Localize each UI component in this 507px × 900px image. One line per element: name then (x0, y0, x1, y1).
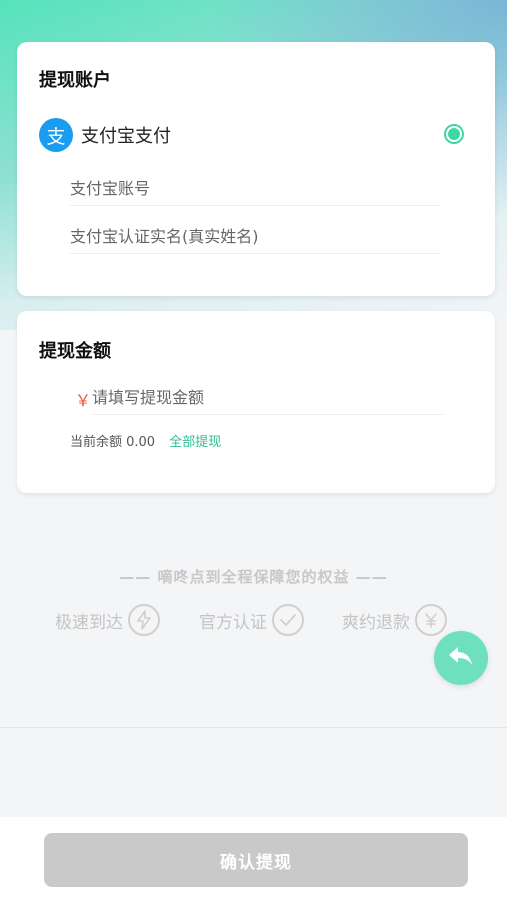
alipay-account-input[interactable] (70, 170, 440, 206)
withdraw-amount-card: 提现金额 ￥ 当前余额 0.00 全部提现 (17, 311, 495, 493)
back-arrow-icon (447, 644, 475, 672)
withdraw-all-link[interactable]: 全部提现 (169, 435, 221, 450)
check-circle-icon (272, 604, 304, 636)
feature-official-certified: 官方认证 (199, 604, 304, 636)
alipay-option-label: 支付宝支付 (81, 126, 171, 147)
yen-refund-icon (415, 604, 447, 636)
feature-label: 极速到达 (55, 612, 123, 633)
section-divider (0, 727, 507, 728)
floating-back-button[interactable] (434, 631, 488, 685)
bottom-action-bar: 确认提现 (0, 817, 507, 900)
alipay-option[interactable]: 支 支付宝支付 (39, 118, 171, 152)
amount-card-title: 提现金额 (39, 341, 111, 362)
feature-no-show-refund: 爽约退款 (342, 604, 447, 636)
guarantee-text: —— 嘀咚点到全程保障您的权益 —— (119, 568, 388, 586)
yen-symbol: ￥ (75, 391, 92, 410)
real-name-input[interactable] (70, 218, 440, 254)
amount-input[interactable] (92, 379, 444, 415)
lightning-icon (128, 604, 160, 636)
alipay-icon: 支 (39, 118, 73, 152)
account-card-title: 提现账户 (39, 70, 111, 91)
alipay-radio-selected[interactable] (444, 124, 464, 144)
confirm-withdraw-button[interactable]: 确认提现 (44, 833, 468, 887)
feature-label: 官方认证 (199, 612, 267, 633)
feature-fast-arrival: 极速到达 (55, 604, 160, 636)
feature-label: 爽约退款 (342, 612, 410, 633)
balance-label: 当前余额 0.00 (70, 435, 156, 450)
withdraw-account-card: 提现账户 支 支付宝支付 (17, 42, 495, 296)
balance-row: 当前余额 0.00 全部提现 (70, 431, 221, 450)
alipay-logo-char: 支 (46, 125, 66, 148)
